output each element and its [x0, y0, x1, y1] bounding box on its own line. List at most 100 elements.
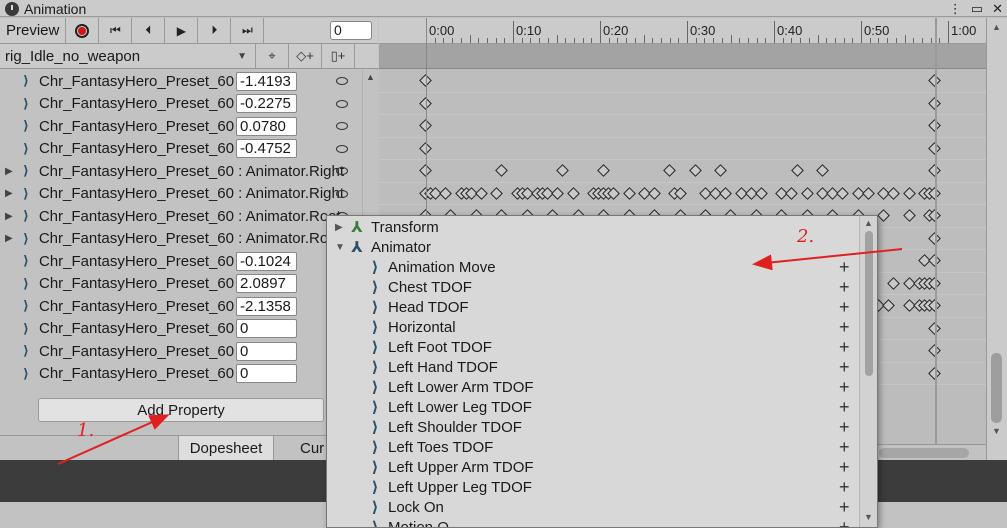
keyframe-diamond[interactable]	[882, 299, 896, 312]
popup-item-horizontal[interactable]: ⟩ Horizontal +	[327, 317, 859, 337]
add-icon[interactable]: +	[839, 297, 850, 317]
popup-item-left-lower-leg-tdof[interactable]: ⟩ Left Lower Leg TDOF +	[327, 397, 859, 417]
property-row[interactable]: ⟩ Chr_FantasyHero_Preset_60 2.0897	[0, 273, 362, 296]
keyframe-track[interactable]	[379, 137, 986, 160]
keyframe-toggle-icon[interactable]	[336, 189, 348, 198]
popup-item-left-foot-tdof[interactable]: ⟩ Left Foot TDOF +	[327, 337, 859, 357]
keyframe-track[interactable]	[379, 160, 986, 183]
keyframe-diamond[interactable]	[790, 164, 804, 177]
scroll-up-icon[interactable]: ▲	[366, 72, 375, 82]
scroll-up-icon[interactable]: ▲	[992, 22, 1001, 32]
property-value-field[interactable]: 0	[236, 364, 297, 384]
keyframe-diamond[interactable]	[688, 164, 702, 177]
popup-item-lock-on[interactable]: ⟩ Lock On +	[327, 497, 859, 517]
chevron-down-icon[interactable]: ▼	[335, 242, 345, 253]
keyframe-diamond[interactable]	[877, 209, 890, 222]
keyframe-diamond[interactable]	[648, 186, 661, 200]
foldout-arrow-icon[interactable]: ▶	[5, 166, 15, 177]
scroll-down-icon[interactable]: ▼	[992, 426, 1001, 436]
tab-curves[interactable]: Cur	[300, 436, 324, 461]
popup-item-transform[interactable]: ▶ ⅄ Transform	[327, 217, 859, 237]
animation-tab[interactable]: Animation	[5, 0, 86, 17]
summary-track[interactable]	[379, 44, 986, 69]
next-key-button[interactable]: ⏵	[198, 17, 232, 44]
add-icon[interactable]: +	[839, 477, 850, 497]
property-row[interactable]: ⟩ Chr_FantasyHero_Preset_60 0	[0, 340, 362, 363]
keyframe-diamond[interactable]	[836, 186, 850, 200]
add-icon[interactable]: +	[839, 457, 850, 477]
keyframe-diamond[interactable]	[439, 186, 453, 200]
add-keyframe-button[interactable]: ◇+	[289, 43, 322, 69]
popup-item-left-upper-arm-tdof[interactable]: ⟩ Left Upper Arm TDOF +	[327, 457, 859, 477]
keyframe-toggle-icon[interactable]	[336, 122, 348, 131]
add-property-button[interactable]: Add Property	[38, 398, 324, 422]
add-icon[interactable]: +	[839, 437, 850, 457]
add-icon[interactable]: +	[839, 417, 850, 437]
property-row[interactable]: ⟩ Chr_FantasyHero_Preset_60 0.0780	[0, 115, 362, 138]
property-value-field[interactable]: -0.4752	[236, 139, 297, 159]
popup-item-head-tdof[interactable]: ⟩ Head TDOF +	[327, 297, 859, 317]
property-row[interactable]: ▶ ⟩ Chr_FantasyHero_Preset_60 : Animator.R…	[0, 183, 362, 206]
keyframe-diamond[interactable]	[902, 186, 916, 200]
keyframe-diamond[interactable]	[714, 164, 728, 177]
keyframe-diamond[interactable]	[622, 186, 636, 200]
property-value-field[interactable]: -2.1358	[236, 296, 297, 316]
property-value-field[interactable]: 2.0897	[236, 274, 297, 294]
popup-item-left-lower-arm-tdof[interactable]: ⟩ Left Lower Arm TDOF +	[327, 377, 859, 397]
popup-scrollbar[interactable]: ▲ ▼	[859, 216, 877, 527]
add-event-button[interactable]: ▯+	[322, 43, 355, 69]
keyframe-diamond[interactable]	[475, 186, 488, 200]
property-row[interactable]: ▶ ⟩ Chr_FantasyHero_Preset_60 : Animator.R…	[0, 228, 362, 251]
clip-dropdown[interactable]: rig_Idle_no_weapon ▼	[0, 43, 256, 69]
property-row[interactable]: ⟩ Chr_FantasyHero_Preset_60 -0.2275	[0, 93, 362, 116]
keyframe-diamond[interactable]	[861, 186, 875, 200]
keyframe-diamond[interactable]	[597, 164, 611, 177]
keyframe-track[interactable]	[379, 92, 986, 115]
property-row[interactable]: ▶ ⟩ Chr_FantasyHero_Preset_60 : Animator.R…	[0, 205, 362, 228]
popup-item-animation-move[interactable]: ⟩ Animation Move +	[327, 257, 859, 277]
popup-item-left-upper-leg-tdof[interactable]: ⟩ Left Upper Leg TDOF +	[327, 477, 859, 497]
popup-item-left-shoulder-tdof[interactable]: ⟩ Left Shoulder TDOF +	[327, 417, 859, 437]
record-button[interactable]	[66, 17, 100, 44]
add-icon[interactable]: +	[839, 377, 850, 397]
property-row[interactable]: ⟩ Chr_FantasyHero_Preset_60 -2.1358	[0, 295, 362, 318]
chevron-right-icon[interactable]: ▶	[335, 222, 343, 233]
scroll-down-icon[interactable]: ▼	[864, 512, 873, 522]
keyframe-diamond[interactable]	[887, 186, 901, 200]
keyframe-toggle-icon[interactable]	[336, 99, 348, 108]
property-row[interactable]: ⟩ Chr_FantasyHero_Preset_60 0	[0, 318, 362, 341]
property-value-field[interactable]: 0	[236, 341, 297, 361]
property-value-field[interactable]: -1.4193	[236, 71, 297, 91]
keyframe-diamond[interactable]	[785, 186, 799, 200]
keyframe-diamond[interactable]	[816, 164, 829, 177]
preview-button[interactable]: Preview	[0, 17, 67, 44]
property-row[interactable]: ⟩ Chr_FantasyHero_Preset_60 0	[0, 363, 362, 386]
timeline-vscrollbar[interactable]: ▲ ▼	[986, 18, 1007, 460]
keyframe-diamond[interactable]	[887, 276, 901, 290]
prev-key-button[interactable]: ⏴	[132, 17, 166, 44]
add-icon[interactable]: +	[839, 357, 850, 377]
add-icon[interactable]: +	[839, 277, 850, 297]
add-icon[interactable]: +	[839, 337, 850, 357]
foldout-arrow-icon[interactable]: ▶	[5, 233, 15, 244]
keyframe-diamond[interactable]	[551, 186, 565, 200]
keyframe-diamond[interactable]	[556, 164, 570, 177]
keyframe-diamond[interactable]	[495, 164, 509, 177]
popup-item-motion-q[interactable]: ⟩ Motion Q +	[327, 517, 859, 527]
snap-button[interactable]: ⌖	[256, 43, 289, 69]
menu-icon[interactable]: ⋮	[949, 1, 962, 17]
first-key-button[interactable]: ⏮	[99, 17, 133, 44]
close-icon[interactable]: ✕	[992, 1, 1003, 17]
popup-item-chest-tdof[interactable]: ⟩ Chest TDOF +	[327, 277, 859, 297]
time-ruler[interactable]: 0:00 0:10 0:20 0:30 0:40 0:50 1:00	[379, 18, 986, 44]
keyframe-toggle-icon[interactable]	[336, 77, 348, 86]
tab-dopesheet[interactable]: Dopesheet	[178, 436, 274, 461]
popup-scroll-thumb[interactable]	[865, 231, 873, 376]
keyframe-diamond[interactable]	[490, 186, 504, 200]
keyframe-track[interactable]	[379, 70, 986, 93]
property-value-field[interactable]: 0	[236, 319, 297, 339]
last-key-button[interactable]: ⏭	[231, 17, 265, 44]
keyframe-track[interactable]	[379, 182, 986, 205]
add-icon[interactable]: +	[839, 257, 850, 277]
add-icon[interactable]: +	[839, 397, 850, 417]
